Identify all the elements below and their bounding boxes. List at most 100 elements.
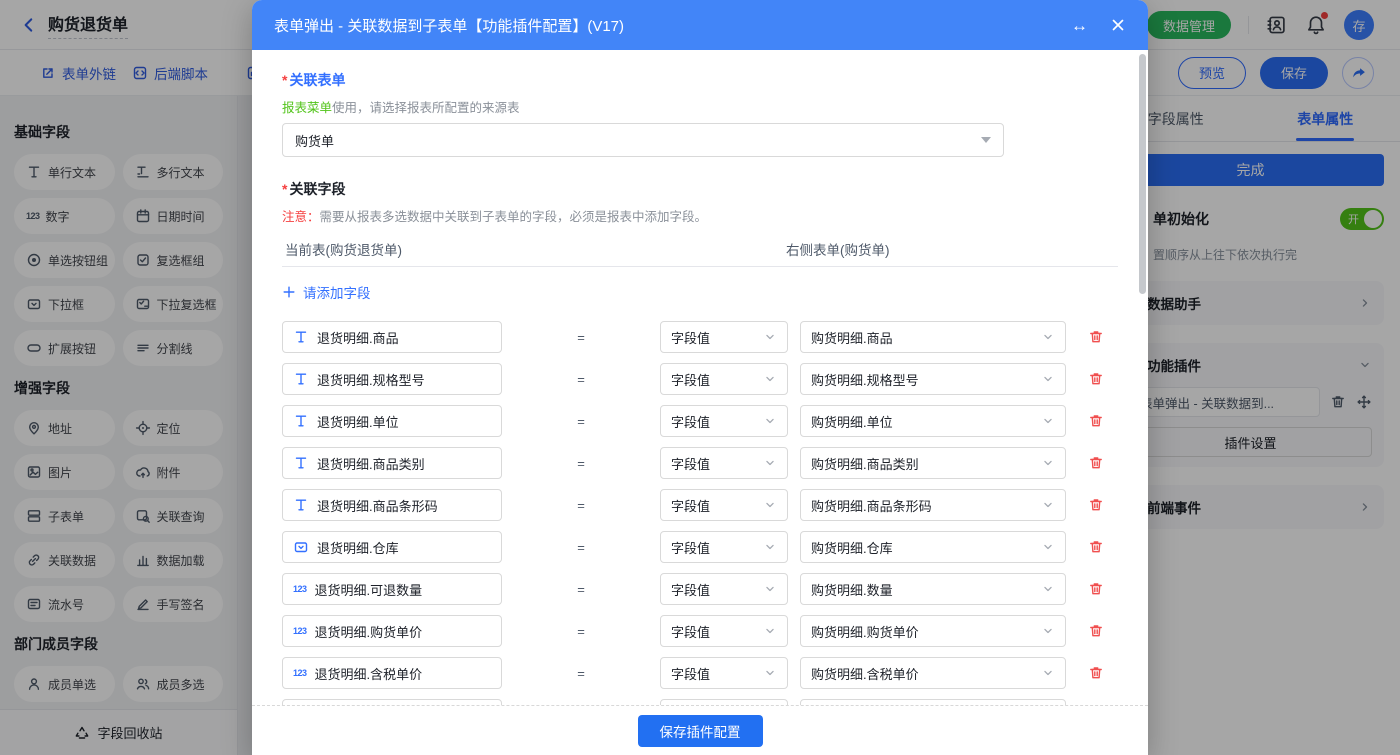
delete-row-icon[interactable] bbox=[1088, 455, 1104, 471]
delete-row-icon[interactable] bbox=[1088, 581, 1104, 597]
left-field-input[interactable]: 退货明细.仓库 bbox=[282, 531, 502, 563]
equals-operator: = bbox=[577, 497, 585, 513]
modal-scrollbar-thumb[interactable] bbox=[1139, 54, 1146, 294]
right-field-select[interactable]: 购货明细.数量 bbox=[800, 573, 1066, 605]
right-field-select[interactable]: 购货明细.购货单价 bbox=[800, 615, 1066, 647]
right-field-select[interactable]: 购货明细.商品 bbox=[800, 321, 1066, 353]
left-field-value: 退货明细.含税单价 bbox=[314, 666, 423, 682]
chevron-down-icon bbox=[1041, 582, 1055, 596]
right-field-select[interactable]: 购货明细.含税单价 bbox=[800, 657, 1066, 689]
modal-body: * 关联表单 报表菜单使用，请选择报表所配置的来源表 购货单 * 关联字段 注意：需… bbox=[252, 50, 1148, 705]
value-type-select[interactable]: 字段值 bbox=[660, 657, 788, 689]
value-type-select[interactable]: 字段值 bbox=[660, 363, 788, 395]
equals-operator: = bbox=[577, 665, 585, 681]
equals-operator: = bbox=[577, 581, 585, 597]
delete-row-icon[interactable] bbox=[1088, 413, 1104, 429]
value-type-select[interactable]: 字段值 bbox=[660, 615, 788, 647]
left-field-input[interactable]: 退货明细.规格型号 bbox=[282, 363, 502, 395]
required-asterisk: * bbox=[282, 72, 288, 88]
left-field-value: 退货明细.购货单价 bbox=[314, 624, 423, 640]
expand-icon[interactable]: ↔ bbox=[1071, 17, 1088, 34]
left-field-input[interactable]: 退货明细.单位 bbox=[282, 405, 502, 437]
caret-down-icon bbox=[981, 137, 991, 143]
delete-row-icon[interactable] bbox=[1088, 497, 1104, 513]
number-field-icon: 123 bbox=[293, 668, 307, 678]
left-field-value: 退货明细.可退数量 bbox=[314, 582, 423, 598]
number-field-icon: 123 bbox=[293, 626, 307, 636]
left-field-input[interactable]: 退货明细.商品 bbox=[282, 321, 502, 353]
app-root: 购货退货单 数据管理 存 表单外链 后端脚本 预览 保存 基础字段 单行文本 多… bbox=[0, 0, 1400, 755]
left-field-input[interactable]: 退货明细.商品条形码 bbox=[282, 489, 502, 521]
value-type-select[interactable]: 字段值 bbox=[660, 447, 788, 479]
chevron-down-icon bbox=[763, 540, 777, 554]
field-mapping-row: 退货明细.商品条形码 = 字段值 购货明细.商品条形码 bbox=[282, 489, 1118, 521]
source-form-value: 购货单 bbox=[295, 133, 335, 149]
header-divider bbox=[282, 266, 1118, 267]
left-field-value: 退货明细.仓库 bbox=[317, 540, 399, 556]
delete-row-icon[interactable] bbox=[1088, 623, 1104, 639]
chevron-down-icon bbox=[1041, 414, 1055, 428]
value-type-select[interactable]: 字段值 bbox=[660, 489, 788, 521]
number-field-icon: 123 bbox=[293, 584, 307, 594]
value-type-select[interactable]: 字段值 bbox=[660, 405, 788, 437]
modal-header: 表单弹出 - 关联数据到子表单【功能插件配置】(V17) ↔ bbox=[252, 0, 1148, 50]
delete-row-icon[interactable] bbox=[1088, 371, 1104, 387]
chevron-down-icon bbox=[763, 330, 777, 344]
left-field-input[interactable]: 123 退货明细.可退数量 bbox=[282, 573, 502, 605]
field-mapping-row: 退货明细.商品 = 字段值 购货明细.商品 bbox=[282, 321, 1118, 353]
value-type-select[interactable]: 字段值 bbox=[660, 531, 788, 563]
right-field-select[interactable]: 购货明细.商品条形码 bbox=[800, 489, 1066, 521]
select-field-icon bbox=[293, 539, 309, 555]
modal-footer: 保存插件配置 bbox=[252, 705, 1148, 755]
current-table-header: 当前表(购货退货单) bbox=[285, 243, 402, 258]
equals-operator: = bbox=[577, 329, 585, 345]
right-field-select[interactable]: 购货明细.单位 bbox=[800, 405, 1066, 437]
field-mapping-row: 123 退货明细.可退数量 = 字段值 购货明细.数量 bbox=[282, 573, 1118, 605]
delete-row-icon[interactable] bbox=[1088, 665, 1104, 681]
right-field-select[interactable]: 购货明细.规格型号 bbox=[800, 363, 1066, 395]
field-mapping-row: 退货明细.仓库 = 字段值 购货明细.仓库 bbox=[282, 531, 1118, 563]
text-field-icon bbox=[293, 413, 309, 429]
left-field-value: 退货明细.商品类别 bbox=[317, 456, 425, 472]
related-fields-label: * 关联字段 bbox=[282, 181, 346, 197]
chevron-down-icon bbox=[1041, 372, 1055, 386]
text-field-icon bbox=[293, 497, 309, 513]
chevron-down-icon bbox=[1041, 624, 1055, 638]
required-asterisk: * bbox=[282, 181, 288, 197]
field-mapping-row: 退货明细.单位 = 字段值 购货明细.单位 bbox=[282, 405, 1118, 437]
chevron-down-icon bbox=[1041, 666, 1055, 680]
modal-title: 表单弹出 - 关联数据到子表单【功能插件配置】(V17) bbox=[274, 17, 625, 35]
left-field-input[interactable]: 退货明细.商品类别 bbox=[282, 447, 502, 479]
field-mapping-row: 123 退货明细.含税单价 = 字段值 购货明细.含税单价 bbox=[282, 657, 1118, 689]
left-field-input[interactable]: 123 退货明细.含税单价 bbox=[282, 657, 502, 689]
field-mapping-row: 123 退货明细.购货单价 = 字段值 购货明细.购货单价 bbox=[282, 615, 1118, 647]
add-field-link[interactable]: 请添加字段 bbox=[282, 282, 371, 302]
value-type-select[interactable]: 字段值 bbox=[660, 573, 788, 605]
close-icon[interactable] bbox=[1110, 17, 1126, 33]
chevron-down-icon bbox=[763, 666, 777, 680]
left-field-value: 退货明细.规格型号 bbox=[317, 372, 425, 388]
related-form-help: 报表菜单使用，请选择报表所配置的来源表 bbox=[282, 101, 520, 115]
text-field-icon bbox=[293, 371, 309, 387]
chevron-down-icon bbox=[1041, 498, 1055, 512]
save-plugin-config-button[interactable]: 保存插件配置 bbox=[637, 714, 763, 747]
source-form-select[interactable]: 购货单 bbox=[282, 123, 1004, 157]
text-field-icon bbox=[293, 455, 309, 471]
plugin-config-modal: 表单弹出 - 关联数据到子表单【功能插件配置】(V17) ↔ * 关联表单 报表菜… bbox=[252, 0, 1148, 755]
chevron-down-icon bbox=[1041, 540, 1055, 554]
right-field-select[interactable]: 购货明细.仓库 bbox=[800, 531, 1066, 563]
chevron-down-icon bbox=[763, 456, 777, 470]
chevron-down-icon bbox=[763, 414, 777, 428]
equals-operator: = bbox=[577, 539, 585, 555]
delete-row-icon[interactable] bbox=[1088, 539, 1104, 555]
add-field-label: 请添加字段 bbox=[303, 286, 371, 301]
left-field-input[interactable]: 123 退货明细.购货单价 bbox=[282, 615, 502, 647]
delete-row-icon[interactable] bbox=[1088, 329, 1104, 345]
chevron-down-icon bbox=[763, 372, 777, 386]
right-table-header: 右侧表单(购货单) bbox=[786, 243, 890, 258]
right-field-select[interactable]: 购货明细.商品类别 bbox=[800, 447, 1066, 479]
field-mapping-rows: 退货明细.商品 = 字段值 购货明细.商品 退货明细.规格型号 = 字段值 购货… bbox=[282, 321, 1118, 705]
related-form-label: * 关联表单 bbox=[282, 72, 346, 88]
value-type-select[interactable]: 字段值 bbox=[660, 321, 788, 353]
text-field-icon bbox=[293, 329, 309, 345]
